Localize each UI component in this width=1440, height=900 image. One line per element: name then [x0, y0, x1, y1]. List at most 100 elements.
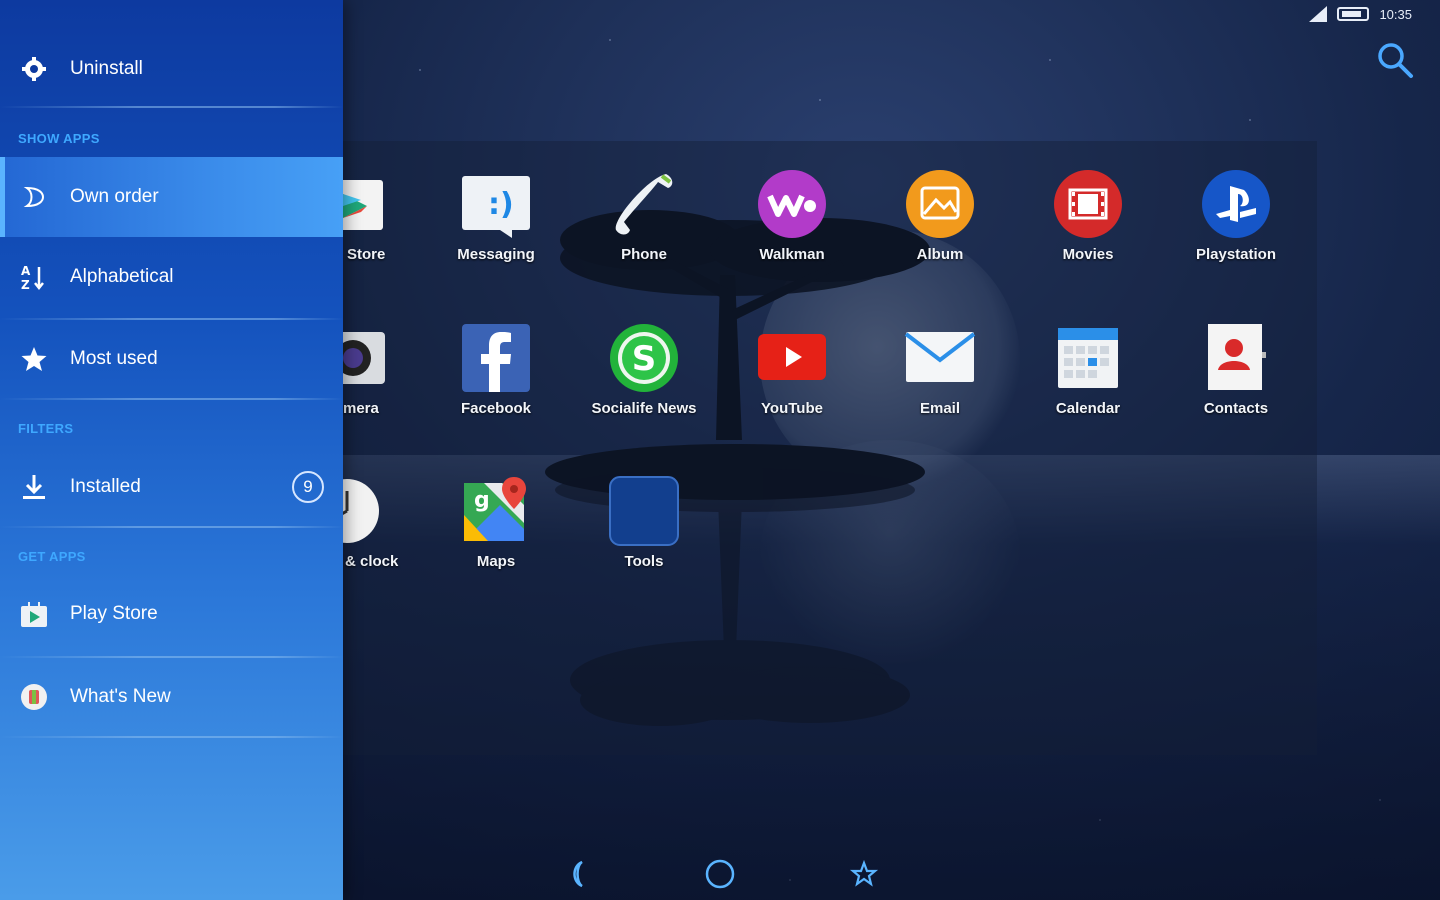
- contacts-icon: [1200, 322, 1272, 394]
- svg-text:Z: Z: [21, 278, 30, 291]
- divider: [0, 318, 343, 320]
- app-label: YouTube: [761, 400, 823, 417]
- back-button[interactable]: [560, 856, 596, 892]
- whats-new-label: What's New: [70, 686, 171, 707]
- app-tools-folder[interactable]: Tools: [574, 475, 714, 570]
- app-clock[interactable]: & clock: [343, 475, 413, 570]
- app-label: Facebook: [460, 400, 532, 417]
- section-header-filters: FILTERS: [18, 421, 74, 436]
- playstation-icon: [1200, 168, 1272, 240]
- app-socialife-news[interactable]: S Socialife News: [574, 322, 714, 417]
- installed-item[interactable]: Installed 9: [0, 464, 343, 510]
- uninstall-label: Uninstall: [70, 58, 143, 79]
- facebook-icon: [460, 322, 532, 394]
- svg-text:S: S: [632, 339, 657, 379]
- gear-icon: [20, 55, 48, 83]
- app-contacts[interactable]: Contacts: [1166, 322, 1306, 417]
- app-label: Tools: [624, 553, 664, 570]
- section-header-get-apps: GET APPS: [18, 549, 86, 564]
- clock-icon: [343, 475, 383, 547]
- app-label: & clock: [345, 553, 399, 570]
- youtube-icon: [756, 322, 828, 394]
- phone-icon: [608, 168, 680, 240]
- uninstall-item[interactable]: Uninstall: [0, 46, 343, 92]
- app-label: Album: [916, 246, 964, 263]
- play-store-item[interactable]: Play Store: [0, 591, 343, 637]
- search-icon: [1378, 43, 1413, 78]
- svg-text:g: g: [474, 488, 490, 513]
- app-label: Maps: [476, 553, 516, 570]
- app-store[interactable]: Store: [343, 168, 413, 263]
- app-label: Store: [347, 246, 386, 263]
- app-camera[interactable]: mera: [343, 322, 413, 417]
- star-nav-icon: [849, 859, 879, 887]
- app-messaging[interactable]: :) Messaging: [426, 168, 566, 263]
- alphabetical-item[interactable]: AZ Alphabetical: [0, 254, 343, 300]
- app-phone[interactable]: Phone: [574, 168, 714, 263]
- app-movies[interactable]: Movies: [1018, 168, 1158, 263]
- app-email[interactable]: Email: [870, 322, 1010, 417]
- app-label: mera: [343, 400, 379, 417]
- home-icon: [705, 859, 735, 889]
- app-label: Calendar: [1055, 400, 1121, 417]
- own-order-item[interactable]: Own order: [0, 157, 343, 237]
- calendar-icon: [1052, 322, 1124, 394]
- divider: [0, 526, 343, 528]
- app-label: Walkman: [759, 246, 825, 263]
- most-used-label: Most used: [70, 348, 158, 369]
- app-label: Playstation: [1195, 246, 1277, 263]
- signal-icon: [1309, 6, 1328, 22]
- battery-icon: [1337, 7, 1370, 21]
- play-store-icon: [20, 600, 48, 628]
- star-icon: [20, 345, 48, 373]
- socialife-icon: S: [608, 322, 680, 394]
- divider: [0, 656, 343, 658]
- whats-new-item[interactable]: What's New: [0, 674, 343, 720]
- app-label: Messaging: [457, 246, 535, 263]
- app-album[interactable]: Album: [870, 168, 1010, 263]
- app-calendar[interactable]: Calendar: [1018, 322, 1158, 417]
- maps-icon: g: [460, 475, 532, 547]
- whats-new-icon: [20, 683, 48, 711]
- divider: [0, 398, 343, 400]
- app-facebook[interactable]: Facebook: [426, 322, 566, 417]
- divider: [0, 736, 343, 738]
- app-youtube[interactable]: YouTube: [722, 322, 862, 417]
- status-time: 10:35: [1379, 6, 1412, 22]
- sort-alpha-icon: AZ: [20, 263, 48, 291]
- play-store-label: Play Store: [70, 603, 158, 624]
- search-button[interactable]: [1375, 40, 1415, 80]
- app-label: Contacts: [1203, 400, 1269, 417]
- messaging-icon: :): [460, 168, 532, 240]
- app-maps[interactable]: g Maps: [426, 475, 566, 570]
- installed-count-badge: 9: [292, 471, 324, 503]
- navigation-drawer: Uninstall SHOW APPS Own order AZ Alphabe…: [0, 0, 343, 900]
- download-icon: [20, 473, 48, 501]
- section-header-show-apps: SHOW APPS: [18, 131, 100, 146]
- album-icon: [904, 168, 976, 240]
- alphabetical-label: Alphabetical: [70, 266, 174, 287]
- app-label: Phone: [621, 246, 667, 263]
- status-bar: 10:35: [1309, 0, 1440, 28]
- app-label: Socialife News: [591, 400, 697, 417]
- own-order-label: Own order: [70, 186, 159, 207]
- folder-icon: [608, 475, 680, 547]
- walkman-icon: [756, 168, 828, 240]
- store-icon: [343, 168, 405, 240]
- most-used-item[interactable]: Most used: [0, 336, 343, 382]
- installed-label: Installed: [70, 476, 141, 497]
- svg-text:A: A: [21, 264, 31, 278]
- recent-apps-button[interactable]: [846, 856, 882, 892]
- home-button[interactable]: [702, 856, 738, 892]
- own-order-icon: [20, 183, 48, 211]
- svg-text::): :): [488, 187, 514, 222]
- app-label: Movies: [1062, 246, 1114, 263]
- app-playstation[interactable]: Playstation: [1166, 168, 1306, 263]
- movies-icon: [1052, 168, 1124, 240]
- back-icon: [573, 860, 583, 888]
- camera-icon: [343, 322, 385, 394]
- app-label: Email: [919, 400, 961, 417]
- email-icon: [904, 322, 976, 394]
- app-walkman[interactable]: Walkman: [722, 168, 862, 263]
- divider: [0, 106, 343, 108]
